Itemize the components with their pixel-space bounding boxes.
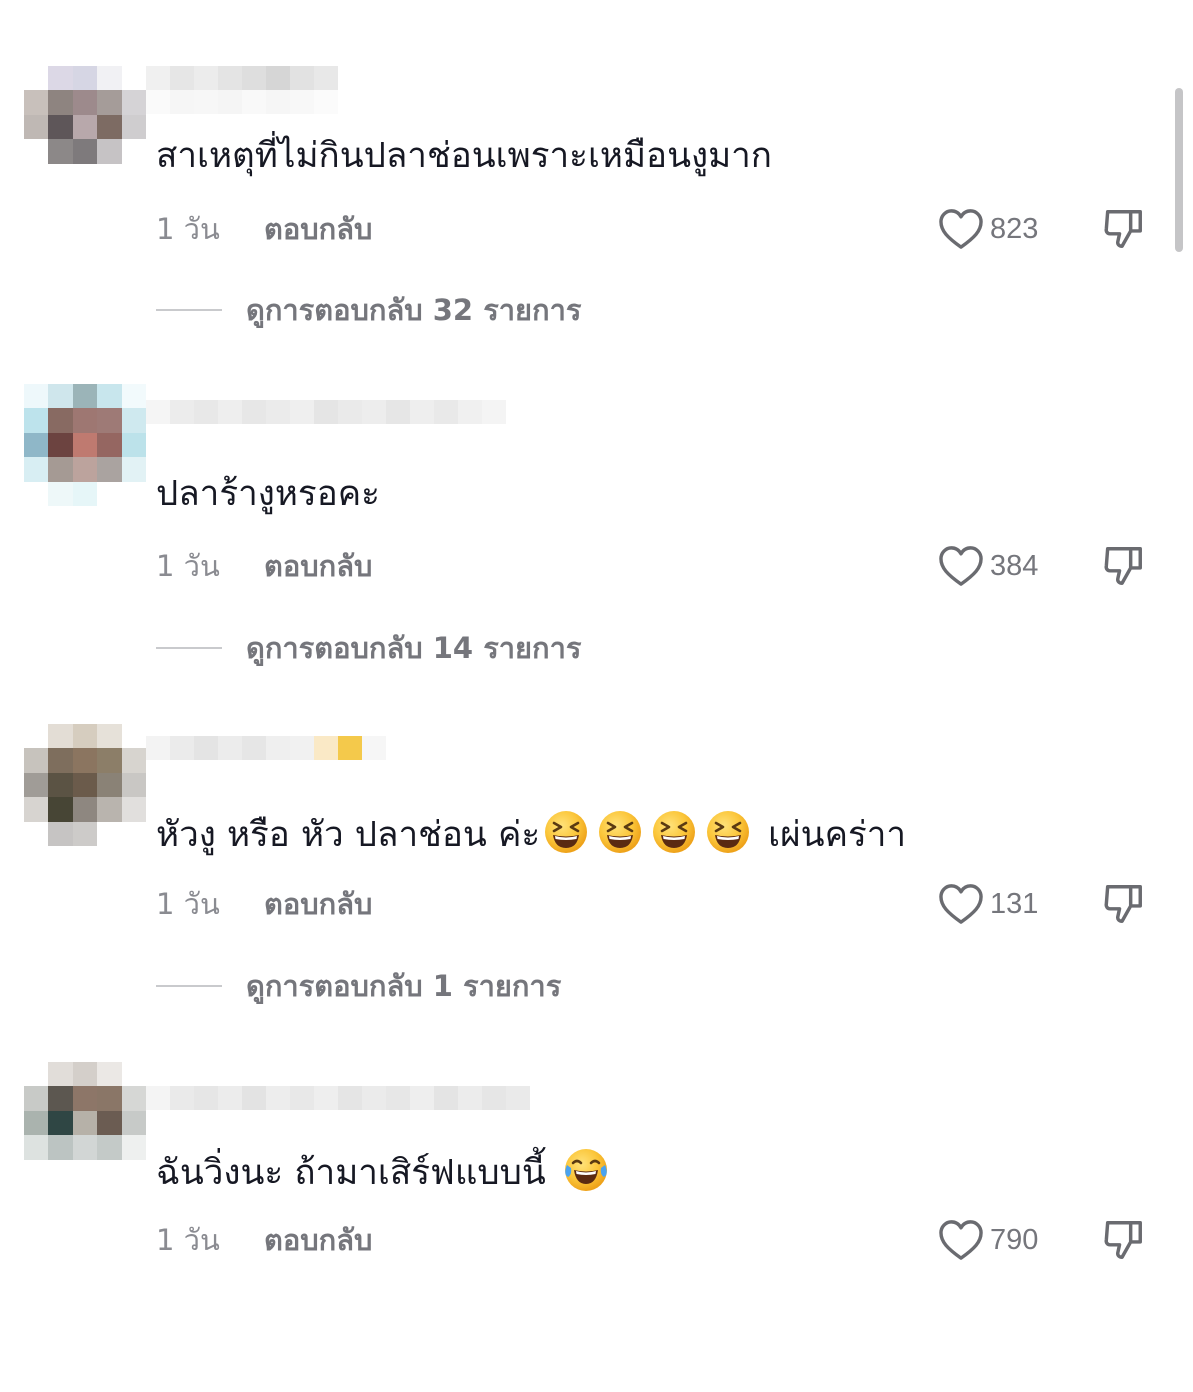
thumbs-down-outline-icon[interactable] — [1100, 881, 1146, 927]
divider — [156, 309, 222, 311]
comment-item: สาเหตุที่ไม่กินปลาช่อนเพราะเหมือนงูมาก 1… — [0, 66, 1193, 396]
like-button[interactable]: 384 — [938, 546, 1038, 586]
face-with-tears-of-joy-icon — [564, 1148, 608, 1192]
scrollbar[interactable] — [1175, 88, 1183, 252]
comment-text-after: เผ่นคร่าา — [768, 815, 907, 855]
like-count: 131 — [990, 887, 1039, 920]
divider — [156, 985, 222, 987]
view-replies-label: ดูการตอบกลับ 14 รายการ — [246, 631, 582, 665]
grinning-squinting-face-icon — [652, 810, 696, 854]
reply-button[interactable]: ตอบกลับ — [264, 1217, 372, 1263]
reply-button[interactable]: ตอบกลับ — [264, 543, 372, 589]
username[interactable] — [146, 66, 338, 114]
comment-text: หัวงู หรือ หัว ปลาช่อน ค่ะ เผ่นคร่าา — [156, 810, 906, 857]
avatar[interactable] — [24, 724, 146, 846]
thumbs-down-outline-icon[interactable] — [1100, 1217, 1146, 1263]
view-replies-button[interactable]: ดูการตอบกลับ 14 รายการ — [156, 628, 581, 668]
like-count: 790 — [990, 1223, 1039, 1256]
avatar[interactable] — [24, 384, 146, 506]
heart-outline-icon[interactable] — [938, 208, 984, 250]
username[interactable] — [146, 1086, 530, 1110]
thumbs-down-outline-icon[interactable] — [1100, 206, 1146, 252]
comment-item: ฉันวิ่งนะ ถ้ามาเสิร์ฟแบบนี้ 1 วัน ตอบกลั… — [0, 1062, 1193, 1392]
comment-text: สาเหตุที่ไม่กินปลาช่อนเพราะเหมือนงูมาก — [156, 136, 773, 176]
grinning-squinting-face-icon — [544, 810, 588, 854]
comment-item: หัวงู หรือ หัว ปลาช่อน ค่ะ เผ่นคร่าา 1 ว… — [0, 724, 1193, 1054]
avatar[interactable] — [24, 1062, 146, 1184]
view-replies-label: ดูการตอบกลับ 32 รายการ — [246, 293, 582, 327]
grinning-squinting-face-icon — [706, 810, 750, 854]
username[interactable] — [146, 736, 386, 760]
divider — [156, 647, 222, 649]
heart-outline-icon[interactable] — [938, 883, 984, 925]
thumbs-down-outline-icon[interactable] — [1100, 543, 1146, 589]
heart-outline-icon[interactable] — [938, 545, 984, 587]
comment-text-before: หัวงู หรือ หัว ปลาช่อน ค่ะ — [156, 815, 541, 855]
grinning-squinting-face-icon — [598, 810, 642, 854]
view-replies-button[interactable]: ดูการตอบกลับ 32 รายการ — [156, 290, 581, 330]
like-count: 384 — [990, 549, 1039, 582]
comment-text-main: ฉันวิ่งนะ ถ้ามาเสิร์ฟแบบนี้ — [156, 1153, 546, 1193]
comment-meta: 1 วัน ตอบกลับ 131 — [156, 884, 1156, 924]
comment-meta: 1 วัน ตอบกลับ 384 — [156, 546, 1156, 586]
comment-meta: 1 วัน ตอบกลับ 790 — [156, 1220, 1156, 1260]
username[interactable] — [146, 400, 506, 424]
like-button[interactable]: 131 — [938, 884, 1038, 924]
comment-item: ปลาร้างูหรอคะ 1 วัน ตอบกลับ 384 ดูการตอบ… — [0, 384, 1193, 716]
comment-text: ฉันวิ่งนะ ถ้ามาเสิร์ฟแบบนี้ — [156, 1148, 618, 1195]
like-button[interactable]: 790 — [938, 1220, 1038, 1260]
avatar[interactable] — [24, 66, 146, 188]
view-replies-label: ดูการตอบกลับ 1 รายการ — [246, 969, 562, 1003]
reply-button[interactable]: ตอบกลับ — [264, 881, 372, 927]
reply-button[interactable]: ตอบกลับ — [264, 206, 372, 252]
comment-time: 1 วัน — [156, 1223, 220, 1257]
comment-time: 1 วัน — [156, 212, 220, 246]
like-count: 823 — [990, 212, 1039, 245]
comment-text: ปลาร้างูหรอคะ — [156, 474, 380, 514]
view-replies-button[interactable]: ดูการตอบกลับ 1 รายการ — [156, 966, 561, 1006]
comment-meta: 1 วัน ตอบกลับ 823 — [156, 209, 1156, 249]
like-button[interactable]: 823 — [938, 209, 1038, 249]
heart-outline-icon[interactable] — [938, 1219, 984, 1261]
comment-time: 1 วัน — [156, 887, 220, 921]
comment-time: 1 วัน — [156, 549, 220, 583]
